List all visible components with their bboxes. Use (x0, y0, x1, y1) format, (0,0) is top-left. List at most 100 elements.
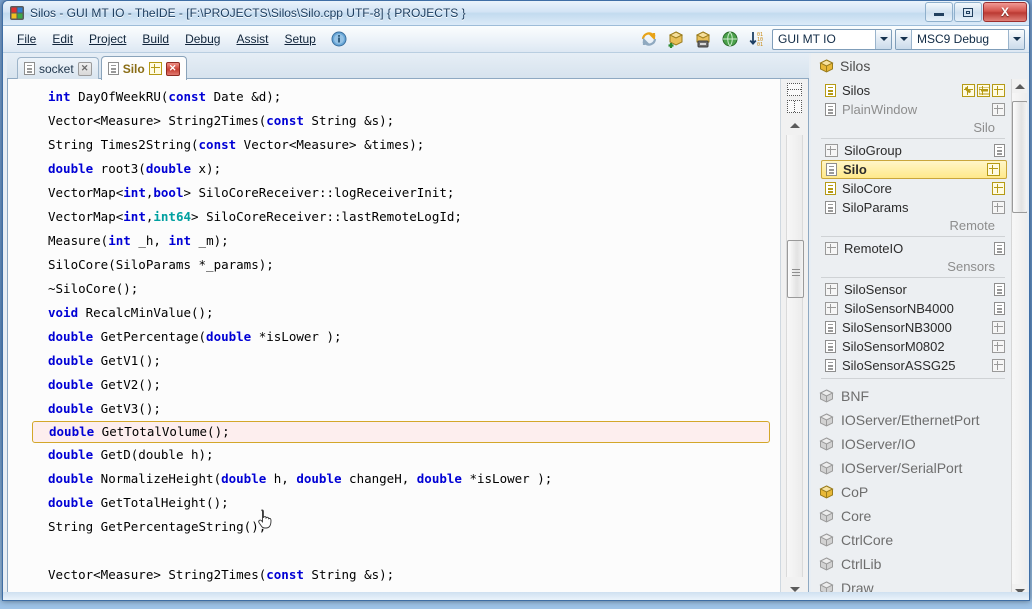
package-item-core[interactable]: Core (811, 504, 1011, 528)
menu-setup[interactable]: Setup (276, 29, 323, 49)
code-line[interactable]: double GetPercentage(double *isLower ); (8, 325, 780, 349)
chevron-down-icon[interactable] (875, 30, 891, 49)
menu-file[interactable]: File (9, 29, 44, 49)
code-line[interactable]: void RecalcMinValue(); (8, 301, 780, 325)
tree-item-silosensornb3000[interactable]: SiloSensorNB3000 (811, 318, 1011, 337)
layout-grid-icon[interactable] (987, 163, 1000, 176)
panel-scrollbar-track[interactable] (1012, 93, 1028, 584)
code-line[interactable]: Measure(int _h, int _m); (8, 229, 780, 253)
layout-grid-icon[interactable] (992, 359, 1005, 372)
layout-grid-icon[interactable] (992, 84, 1005, 97)
layout-grid-icon[interactable] (992, 340, 1005, 353)
package-item-label: CtrlCore (841, 532, 893, 548)
package-item-bnf[interactable]: BNF (811, 384, 1011, 408)
tree-item-silocore[interactable]: SiloCore (811, 179, 1011, 198)
code-text: Vector<Measure> String2Times( (48, 113, 266, 128)
layout-grid-icon[interactable] (992, 103, 1005, 116)
code-line-highlighted[interactable]: double GetTotalVolume(); (32, 421, 770, 443)
layout-grid-icon[interactable] (992, 182, 1005, 195)
tree-item-silosensornb4000[interactable]: SiloSensorNB4000 (811, 299, 1011, 318)
chevron-down-icon[interactable] (896, 30, 912, 49)
code-text: DayOfWeekRU( (71, 89, 169, 104)
restore-button[interactable] (954, 2, 982, 22)
package-item-ioserver-ethernetport[interactable]: IOServer/EthernetPort (811, 408, 1011, 432)
menu-debug[interactable]: Debug (177, 29, 228, 49)
code-line[interactable]: VectorMap<int,bool> SiloCoreReceiver::lo… (8, 181, 780, 205)
package-item-cop[interactable]: CoP (811, 480, 1011, 504)
menu-edit[interactable]: Edit (44, 29, 81, 49)
code-line[interactable]: double GetV1(); (8, 349, 780, 373)
close-icon[interactable]: ✕ (78, 62, 92, 76)
panel-scrollbar-thumb[interactable] (1012, 101, 1028, 213)
code-line[interactable]: int DayOfWeekRU(const Date &d); (8, 85, 780, 109)
split-horizontal-icon[interactable] (787, 83, 802, 96)
tab-socket[interactable]: socket ✕ (17, 57, 99, 79)
code-line[interactable]: double GetV2(); (8, 373, 780, 397)
tree-item-silosensorm0802[interactable]: SiloSensorM0802 (811, 337, 1011, 356)
package-item-ioserver-serialport[interactable]: IOServer/SerialPort (811, 456, 1011, 480)
close-button[interactable]: X (983, 2, 1027, 22)
split-vertical-icon[interactable] (787, 100, 802, 113)
layout-grid-icon[interactable] (992, 201, 1005, 214)
code-line[interactable]: String GetPercentageString(); (8, 515, 780, 539)
code-line[interactable]: double GetV3(); (8, 397, 780, 421)
code-line[interactable]: double root3(double x); (8, 157, 780, 181)
code-line[interactable] (8, 539, 780, 563)
code-line[interactable]: Vector<Measure> String2Times(const Strin… (8, 109, 780, 133)
tree-item-silosensorassg25[interactable]: SiloSensorASSG25 (811, 356, 1011, 375)
document-icon[interactable] (994, 242, 1005, 255)
tree-item-remoteio[interactable]: RemoteIO (811, 239, 1011, 258)
editor-gutter (780, 79, 808, 597)
editor-scrollbar-track[interactable] (786, 135, 803, 577)
tree-item-badges (994, 144, 1005, 157)
panel-scrollbar[interactable] (1011, 79, 1027, 598)
code-line[interactable]: VectorMap<int,int64> SiloCoreReceiver::l… (8, 205, 780, 229)
tab-silo[interactable]: Silo ✕ (101, 56, 187, 80)
scroll-up-button[interactable] (786, 118, 803, 133)
toolbar-right: 01 10 01 GUI MT IO MSC9 Debug (637, 27, 1025, 51)
globe-icon[interactable] (718, 28, 742, 50)
tree-item-silogroup[interactable]: SiloGroup (811, 141, 1011, 160)
build-mode-combo[interactable]: GUI MT IO (772, 29, 892, 50)
package-options-icon[interactable] (691, 28, 715, 50)
tree-item-silos[interactable]: Silos (811, 81, 1011, 100)
package-item-ctrllib[interactable]: CtrlLib (811, 552, 1011, 576)
package-item-ioserver-io[interactable]: IOServer/IO (811, 432, 1011, 456)
add-package-icon[interactable] (664, 28, 688, 50)
editor-scrollbar-thumb[interactable] (787, 240, 804, 298)
rebuild-icon[interactable] (637, 28, 661, 50)
minimize-button[interactable] (925, 2, 953, 22)
file-tree-rows: SilosPlainWindowSiloSiloGroupSiloSiloCor… (811, 79, 1011, 598)
info-icon[interactable] (328, 29, 350, 49)
menu-project[interactable]: Project (81, 29, 134, 49)
document-icon[interactable] (994, 144, 1005, 157)
package-item-ctrlcore[interactable]: CtrlCore (811, 528, 1011, 552)
tree-item-silo[interactable]: Silo (821, 160, 1007, 179)
build-config-combo[interactable]: MSC9 Debug (895, 29, 1025, 50)
document-icon[interactable] (994, 283, 1005, 296)
scroll-up-button[interactable] (1015, 79, 1025, 93)
menu-assist[interactable]: Assist (228, 29, 276, 49)
chevron-down-icon[interactable] (1008, 30, 1024, 49)
tree-item-silosensor[interactable]: SiloSensor (811, 280, 1011, 299)
document-icon[interactable] (994, 302, 1005, 315)
code-editor[interactable]: int DayOfWeekRU(const Date &d);Vector<Me… (8, 79, 780, 597)
layout-grid-icon[interactable] (992, 321, 1005, 334)
code-line[interactable]: Vector<Measure> String2Times(const Strin… (8, 563, 780, 587)
window-icon[interactable] (977, 84, 990, 97)
code-text: GetD(double h); (93, 447, 213, 462)
close-icon[interactable]: ✕ (166, 62, 180, 76)
code-line[interactable]: SiloCore(SiloParams *_params); (8, 253, 780, 277)
tree-item-siloparams[interactable]: SiloParams (811, 198, 1011, 217)
phone-icon[interactable] (962, 84, 975, 97)
code-line[interactable]: double NormalizeHeight(double h, double … (8, 467, 780, 491)
code-line[interactable]: double GetD(double h); (8, 443, 780, 467)
code-line[interactable]: ~SiloCore(); (8, 277, 780, 301)
menu-build[interactable]: Build (134, 29, 177, 49)
code-line[interactable]: double GetTotalHeight(); (8, 491, 780, 515)
code-line[interactable]: String Times2String(const Vector<Measure… (8, 133, 780, 157)
tree-item-plainwindow[interactable]: PlainWindow (811, 100, 1011, 119)
file-tree[interactable]: SilosPlainWindowSiloSiloGroupSiloSiloCor… (811, 79, 1027, 598)
layout-grid-icon[interactable] (149, 62, 162, 75)
hex-view-icon[interactable]: 01 10 01 (745, 28, 769, 50)
